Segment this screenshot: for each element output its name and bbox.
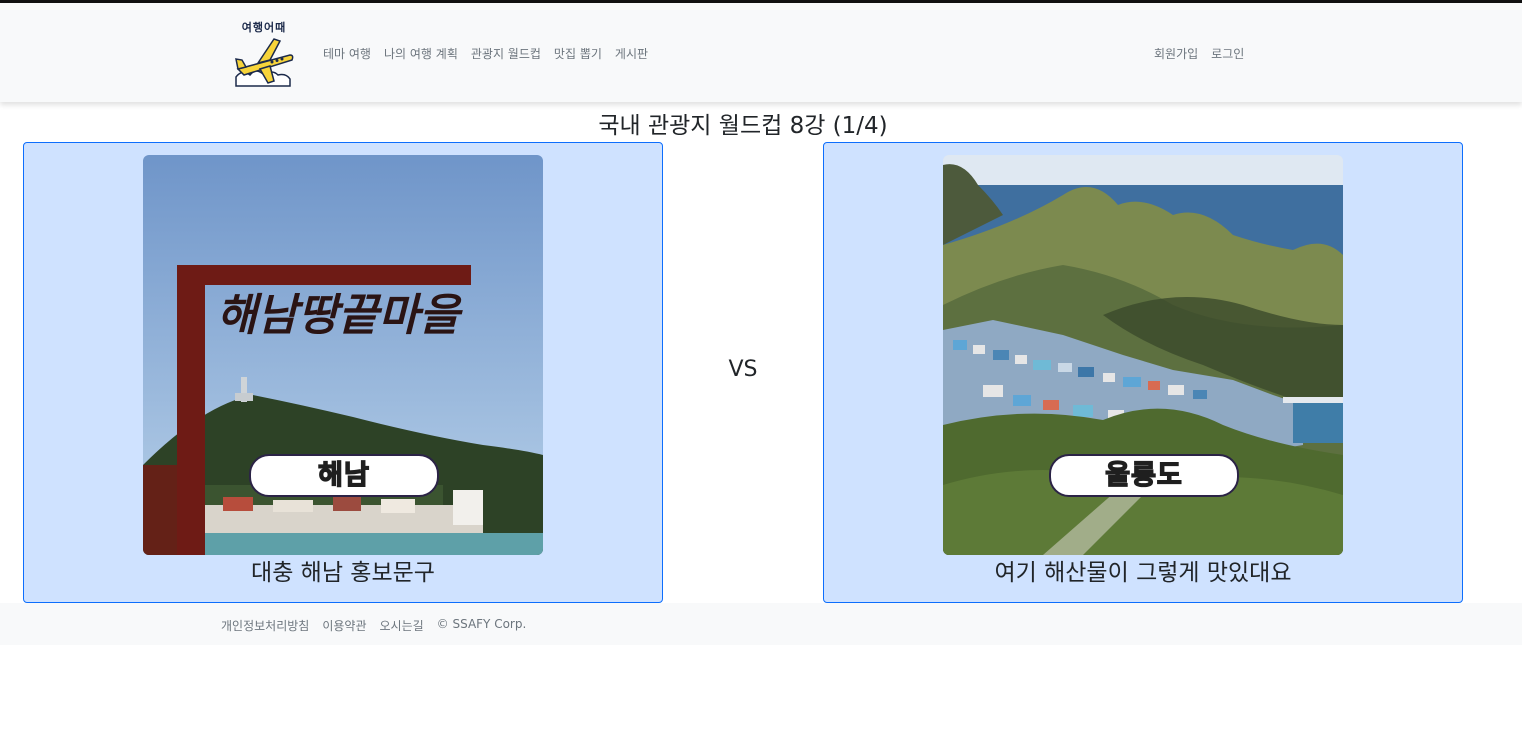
logo[interactable]: 여행어때 <box>232 19 296 87</box>
place-badge-ulleungdo: 울릉도 <box>1049 454 1239 497</box>
footer: 개인정보처리방침 이용약관 오시는길 © SSAFY Corp. <box>0 603 1522 645</box>
auth-nav: 회원가입 로그인 <box>1154 45 1244 62</box>
haenam-sign-text: 해남땅끝마을 <box>217 290 463 341</box>
candidate-image-ulleungdo[interactable]: 울릉도 <box>943 155 1343 555</box>
nav-theme-travel[interactable]: 테마 여행 <box>323 45 371 62</box>
footer-copyright: © SSAFY Corp. <box>436 617 527 631</box>
vs-label: VS <box>728 357 758 382</box>
candidate-description-left: 대충 해남 홍보문구 <box>251 560 435 586</box>
signup-link[interactable]: 회원가입 <box>1154 45 1198 62</box>
nav-my-travel-plan[interactable]: 나의 여행 계획 <box>384 45 458 62</box>
footer-privacy-policy-link[interactable]: 개인정보처리방침 <box>221 617 309 634</box>
navbar: 여행어때 테마 여행 나의 여행 계획 관광지 월드컵 맛집 뽑기 게시판 회원… <box>0 3 1522 102</box>
page-title: 국내 관광지 월드컵 8강 (1/4) <box>598 113 888 139</box>
candidate-image-haenam[interactable]: 해남땅끝마을 해남 <box>143 155 543 555</box>
login-link[interactable]: 로그인 <box>1211 45 1244 62</box>
place-badge-haenam: 해남 <box>249 454 439 497</box>
candidate-description-right: 여기 해산물이 그렇게 맛있대요 <box>994 560 1292 586</box>
candidate-card-left[interactable]: 해남땅끝마을 해남 대충 해남 홍보문구 <box>23 142 663 603</box>
main-nav: 테마 여행 나의 여행 계획 관광지 월드컵 맛집 뽑기 게시판 <box>323 45 648 62</box>
footer-links: 개인정보처리방침 이용약관 오시는길 © SSAFY Corp. <box>221 617 526 634</box>
candidate-card-right[interactable]: 울릉도 여기 해산물이 그렇게 맛있대요 <box>823 142 1463 603</box>
nav-restaurant-draw[interactable]: 맛집 뽑기 <box>554 45 602 62</box>
footer-terms-link[interactable]: 이용약관 <box>322 617 366 634</box>
footer-directions-link[interactable]: 오시는길 <box>380 617 424 634</box>
nav-attraction-worldcup[interactable]: 관광지 월드컵 <box>471 45 541 62</box>
airplane-icon <box>235 38 294 87</box>
nav-board[interactable]: 게시판 <box>615 45 648 62</box>
